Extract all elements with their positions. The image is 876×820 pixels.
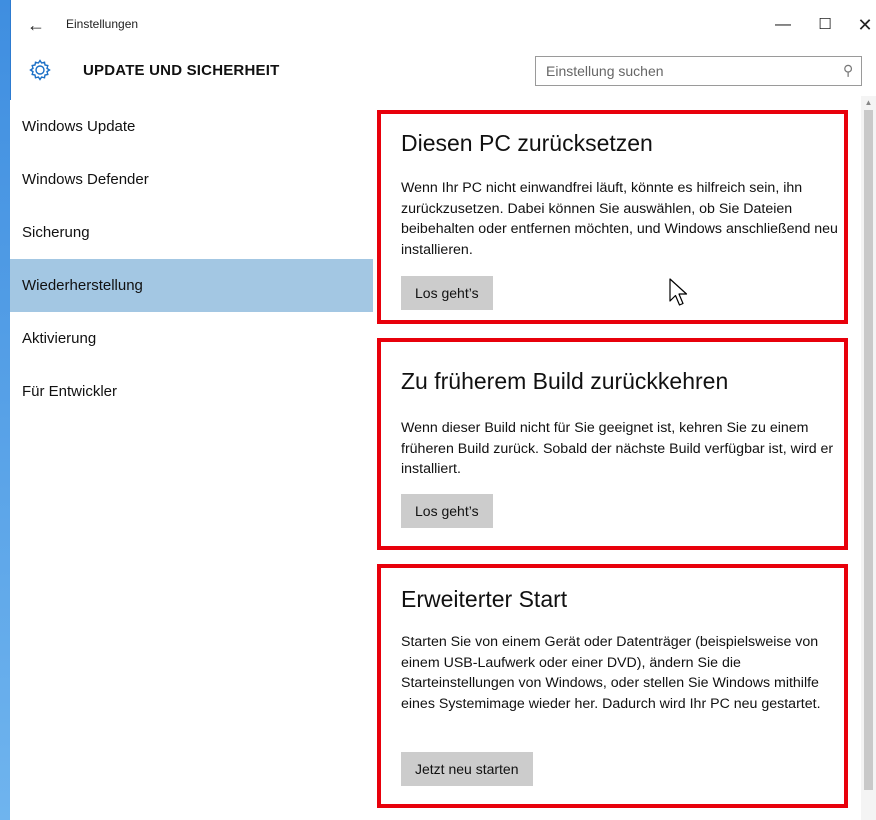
sidebar-item-sicherung[interactable]: Sicherung	[10, 206, 373, 259]
sidebar: Windows Update Windows Defender Sicherun…	[10, 100, 373, 820]
reset-pc-button[interactable]: Los geht’s	[401, 276, 493, 310]
search-box[interactable]: ⚲	[535, 56, 862, 86]
section-previous-build: Zu früherem Build zurückkehren Wenn dies…	[377, 338, 848, 550]
section-description: Starten Sie von einem Gerät oder Datentr…	[401, 634, 821, 712]
section-reset-pc: Diesen PC zurücksetzen Wenn Ihr PC nicht…	[377, 110, 848, 324]
back-arrow-icon[interactable]: ←	[24, 13, 48, 37]
search-icon[interactable]: ⚲	[843, 62, 853, 79]
section-heading: Diesen PC zurücksetzen	[401, 130, 653, 156]
sidebar-item-aktivierung[interactable]: Aktivierung	[10, 312, 373, 365]
mouse-cursor-icon	[669, 278, 688, 306]
section-description: Wenn dieser Build nicht für Sie geeignet…	[401, 420, 834, 477]
maximize-button[interactable]: ☐	[810, 12, 840, 38]
sidebar-item-windows-defender[interactable]: Windows Defender	[10, 153, 373, 206]
page-title: UPDATE UND SICHERHEIT	[83, 62, 280, 79]
settings-window: ← Einstellungen — ☐ ✕ UPDATE UND SICHERH…	[10, 0, 876, 820]
scrollbar[interactable]: ▲	[861, 96, 876, 820]
restart-now-button[interactable]: Jetzt neu starten	[401, 752, 533, 786]
sidebar-item-windows-update[interactable]: Windows Update	[10, 100, 373, 153]
scroll-thumb[interactable]	[864, 110, 873, 790]
sidebar-item-fuer-entwickler[interactable]: Für Entwickler	[10, 365, 373, 418]
section-heading: Erweiterter Start	[401, 586, 568, 612]
section-advanced-start: Erweiterter Start Starten Sie von einem …	[377, 564, 848, 808]
close-button[interactable]: ✕	[850, 12, 876, 38]
sidebar-item-wiederherstellung[interactable]: Wiederherstellung	[10, 259, 373, 312]
minimize-button[interactable]: —	[768, 12, 798, 38]
section-description: Wenn Ihr PC nicht einwandfrei läuft, kön…	[401, 180, 838, 258]
scroll-up-arrow-icon[interactable]: ▲	[861, 98, 876, 108]
section-heading: Zu früherem Build zurückkehren	[401, 368, 729, 394]
search-input[interactable]	[536, 57, 826, 85]
window-title: Einstellungen	[66, 17, 139, 31]
previous-build-button[interactable]: Los geht’s	[401, 494, 493, 528]
gear-icon	[28, 58, 52, 82]
title-bar: ← Einstellungen — ☐ ✕	[10, 0, 876, 50]
